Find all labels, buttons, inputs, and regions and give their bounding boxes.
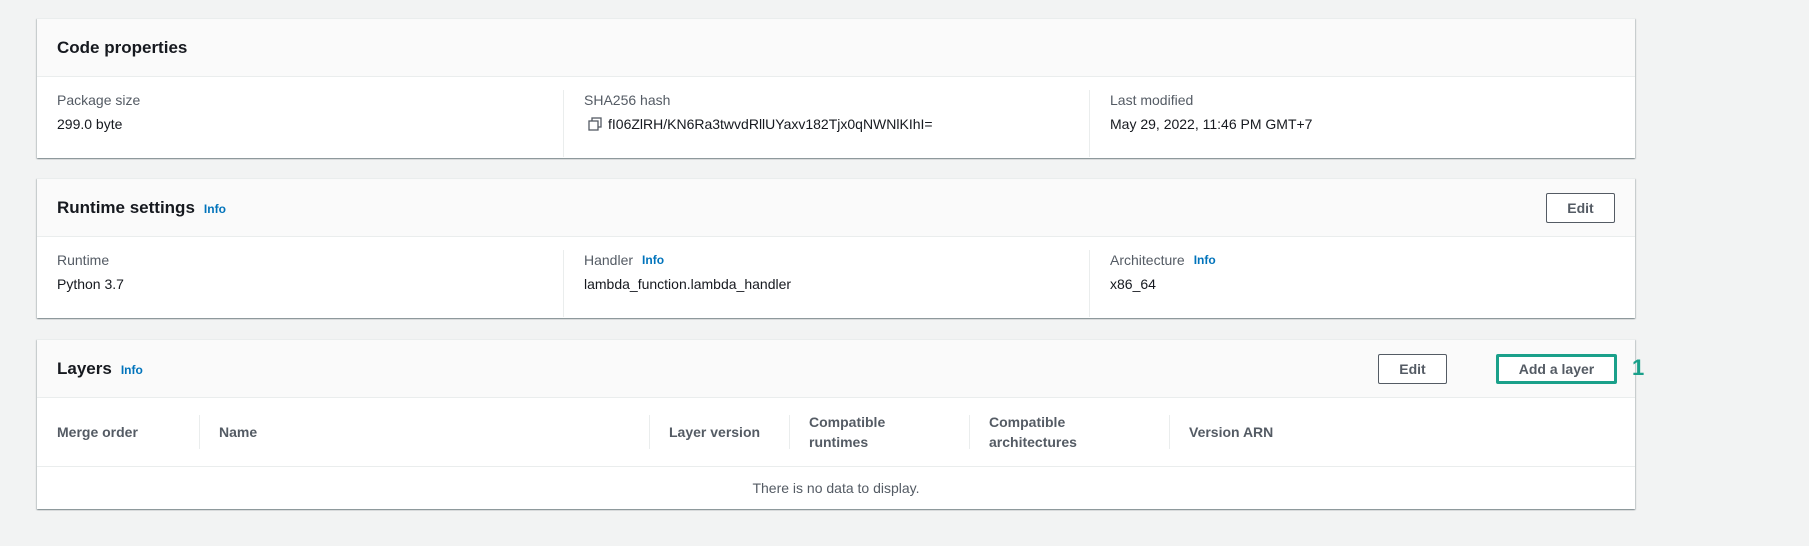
layers-table-header-row: Merge order Name Layer version Compatibl… xyxy=(37,398,1635,467)
code-properties-title: Code properties xyxy=(57,37,188,57)
column-compatible-architectures[interactable]: Compatible architectures xyxy=(969,398,1169,467)
runtime-settings-header: Runtime settings Info Edit xyxy=(37,179,1635,237)
code-properties-row: Package size 299.0 byte SHA256 hash fI06… xyxy=(37,77,1635,157)
handler-field: Handler Info lambda_function.lambda_hand… xyxy=(563,250,1089,317)
sha256-label: SHA256 hash xyxy=(584,92,671,108)
last-modified-field: Last modified May 29, 2022, 11:46 PM GMT… xyxy=(1089,90,1635,157)
runtime-settings-title: Runtime settings xyxy=(57,197,195,217)
column-merge-order[interactable]: Merge order xyxy=(37,398,199,467)
step-marker: 1 xyxy=(1632,355,1645,380)
column-name[interactable]: Name xyxy=(199,398,649,467)
column-layer-version[interactable]: Layer version xyxy=(649,398,789,467)
runtime-edit-button[interactable]: Edit xyxy=(1546,192,1615,223)
layers-panel: Layers Info Edit Add a layer Merge order… xyxy=(37,339,1635,509)
empty-state-text: There is no data to display. xyxy=(752,480,920,496)
runtime-settings-info-link[interactable]: Info xyxy=(204,202,226,216)
column-version-arn[interactable]: Version ARN xyxy=(1169,398,1635,467)
column-compatible-runtimes[interactable]: Compatible runtimes xyxy=(789,398,969,467)
code-properties-panel: Code properties Package size 299.0 byte … xyxy=(37,18,1635,158)
layers-table: Merge order Name Layer version Compatibl… xyxy=(37,398,1635,509)
runtime-field: Runtime Python 3.7 xyxy=(37,250,563,317)
last-modified-label: Last modified xyxy=(1110,92,1194,108)
column-version-arn-label: Version ARN xyxy=(1189,424,1274,440)
column-name-label: Name xyxy=(219,424,258,440)
add-layer-button[interactable]: Add a layer xyxy=(1496,353,1617,384)
package-size-field: Package size 299.0 byte xyxy=(37,90,563,157)
layers-edit-button[interactable]: Edit xyxy=(1378,353,1447,384)
last-modified-value: May 29, 2022, 11:46 PM GMT+7 xyxy=(1110,116,1313,132)
architecture-info-link[interactable]: Info xyxy=(1194,253,1216,267)
layers-info-link[interactable]: Info xyxy=(121,363,143,377)
handler-label-row: Handler Info xyxy=(584,250,1069,270)
runtime-settings-panel: Runtime settings Info Edit Runtime Pytho… xyxy=(37,178,1635,318)
architecture-value: x86_64 xyxy=(1110,276,1156,292)
sha256-value: fI06ZlRH/KN6Ra3twvdRllUYaxv182Tjx0qNWNlK… xyxy=(608,116,933,132)
handler-info-link[interactable]: Info xyxy=(642,253,664,267)
layers-title: Layers xyxy=(57,358,112,378)
architecture-label: Architecture xyxy=(1110,252,1185,268)
column-compatible-architectures-label: Compatible architectures xyxy=(989,414,1077,450)
runtime-label: Runtime xyxy=(57,252,110,268)
architecture-field: Architecture Info x86_64 xyxy=(1089,250,1635,317)
runtime-value: Python 3.7 xyxy=(57,276,124,292)
runtime-settings-row: Runtime Python 3.7 Handler Info lambda_f… xyxy=(37,237,1635,317)
column-layer-version-label: Layer version xyxy=(669,424,761,440)
package-size-value: 299.0 byte xyxy=(57,116,123,132)
layers-header: Layers Info Edit Add a layer xyxy=(37,340,1635,398)
handler-value: lambda_function.lambda_handler xyxy=(584,276,792,292)
sha256-value-row: fI06ZlRH/KN6Ra3twvdRllUYaxv182Tjx0qNWNlK… xyxy=(584,114,1069,134)
copy-icon[interactable] xyxy=(588,117,602,131)
architecture-label-row: Architecture Info xyxy=(1110,250,1615,270)
handler-label: Handler xyxy=(584,252,634,268)
code-properties-header: Code properties xyxy=(37,19,1635,77)
column-compatible-runtimes-label: Compatible runtimes xyxy=(809,414,886,450)
empty-row: There is no data to display. xyxy=(37,467,1635,510)
package-size-label: Package size xyxy=(57,92,141,108)
sha256-field: SHA256 hash fI06ZlRH/KN6Ra3twvdRllUYaxv1… xyxy=(563,90,1089,157)
